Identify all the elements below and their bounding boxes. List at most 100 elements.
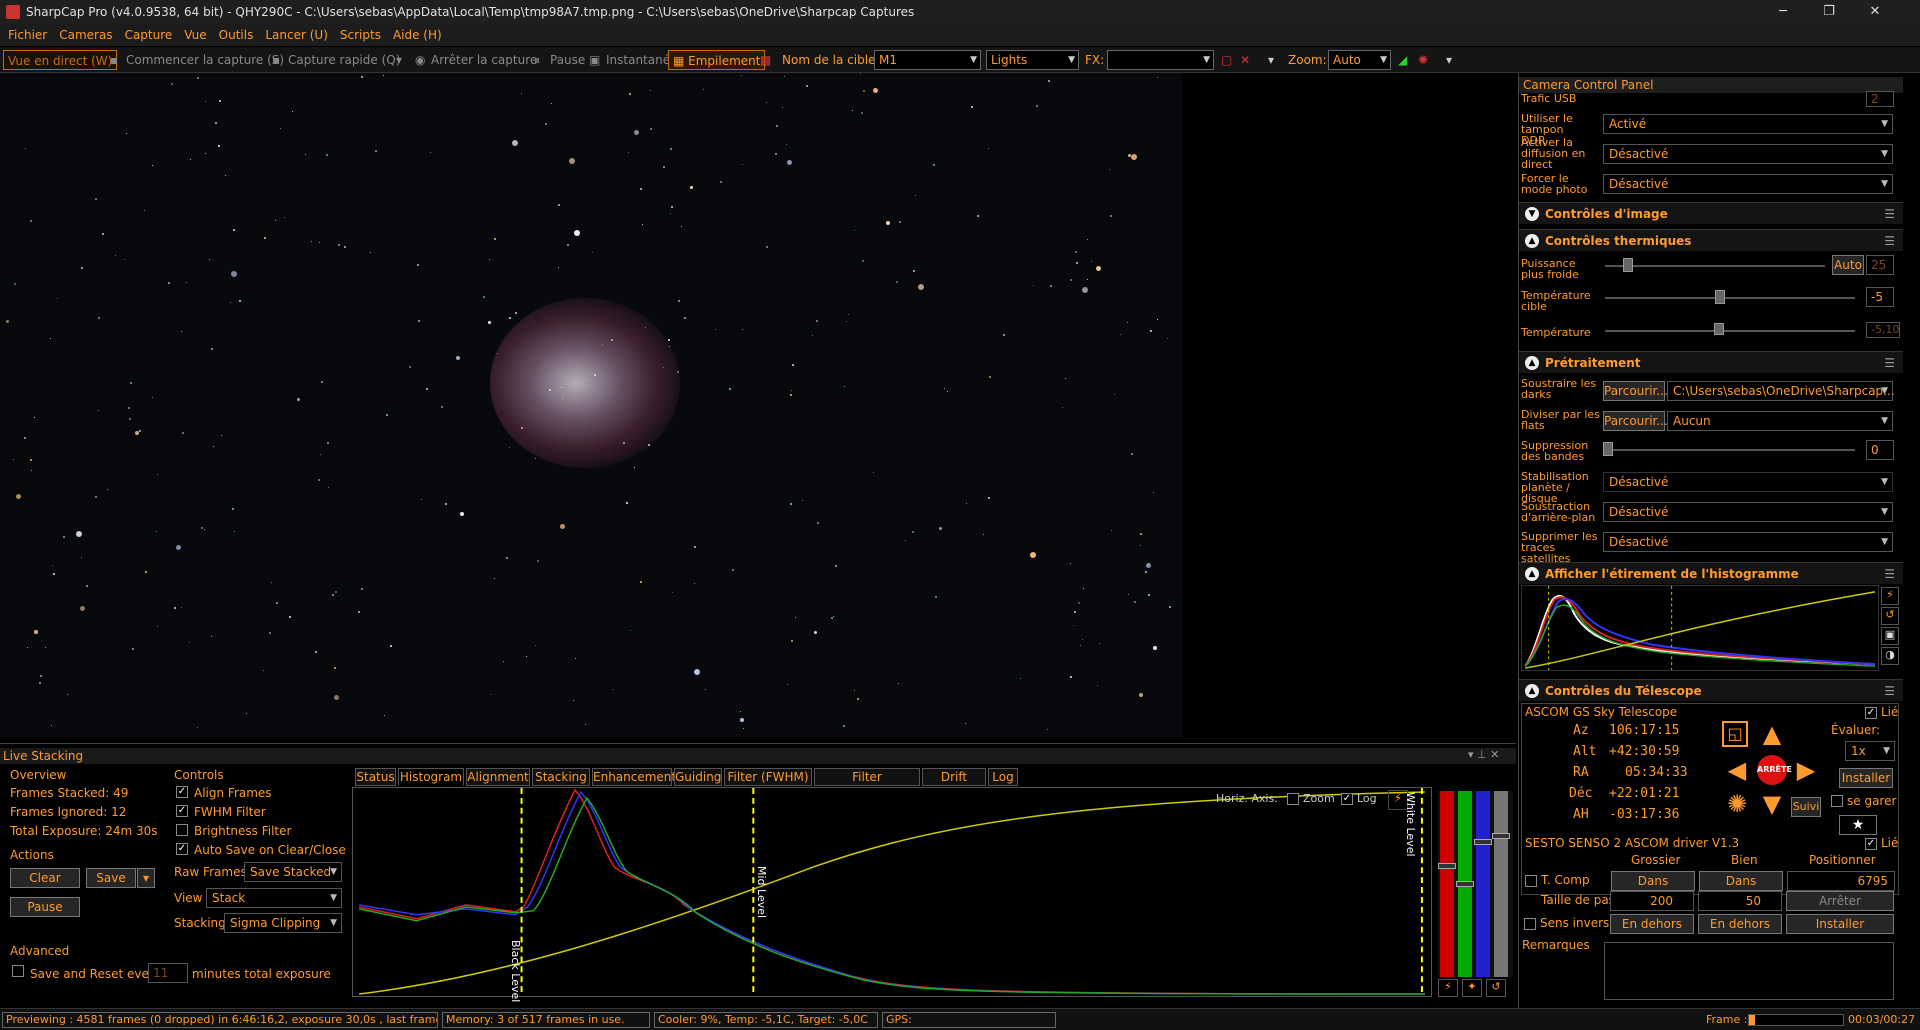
thermal-controls-header[interactable]: ▲ Contrôles thermiques ☰ (1519, 229, 1903, 251)
gear-icon[interactable]: ✺ (1418, 50, 1428, 70)
stacking-select[interactable]: Sigma Clipping ▼ (224, 913, 342, 933)
menu-help[interactable]: Aide (H) (393, 28, 442, 42)
lightning-icon[interactable]: ⚡ (1881, 587, 1899, 605)
chevron-down-icon[interactable]: ▾ (1268, 50, 1274, 70)
notes-textarea[interactable] (1604, 942, 1894, 1000)
stop-capture-button[interactable]: Arrêter la capture (431, 50, 537, 70)
coarse-step-input[interactable]: 200 (1610, 891, 1694, 911)
cooler-power-knob[interactable] (1623, 258, 1633, 272)
reticle-icon[interactable]: ▢ (1221, 50, 1232, 70)
focuser-linked-checkbox[interactable]: ✓ (1865, 838, 1877, 850)
park-checkbox[interactable] (1831, 795, 1843, 807)
green-level-knob[interactable] (1456, 881, 1474, 887)
darks-browse-button[interactable]: Parcourir... (1603, 381, 1668, 401)
menu-icon[interactable]: ☰ (1884, 563, 1895, 585)
chevron-down-icon[interactable]: ▾ (396, 50, 402, 70)
snapshot-button[interactable]: Instantané (606, 50, 670, 70)
reset-icon[interactable]: ↺ (1486, 979, 1506, 997)
target-icon[interactable]: ✺ (1722, 789, 1752, 819)
tab-histogram[interactable]: Histogram (398, 768, 464, 786)
minimize-button[interactable]: ─ (1760, 0, 1806, 24)
photo-mode-select[interactable]: Désactivé ▼ (1603, 174, 1893, 194)
zoom-select[interactable]: Auto ▼ (1328, 50, 1391, 70)
menu-view[interactable]: Vue (184, 28, 206, 42)
darks-select[interactable]: C:\Users\sebas\OneDrive\Sharpcap... ▼ (1667, 381, 1895, 401)
align-checkbox[interactable]: ✓ (176, 786, 188, 798)
flats-select[interactable]: Aucun ▼ (1667, 411, 1893, 431)
arrow-up-icon[interactable]: ▲ (1757, 719, 1787, 749)
live-stream-select[interactable]: Désactivé ▼ (1603, 144, 1893, 164)
arrow-left-icon[interactable]: ◀ (1722, 755, 1752, 785)
stabilization-select[interactable]: Désactivé ▼ (1603, 472, 1893, 492)
menu-icon[interactable]: ☰ (1884, 352, 1895, 374)
blue-level-knob[interactable] (1474, 839, 1492, 845)
reverse-checkbox[interactable] (1524, 918, 1536, 930)
chevron-down-icon[interactable]: ▾ (137, 868, 155, 888)
minutes-input[interactable]: 11 (148, 963, 188, 983)
tab-stacking[interactable]: Stacking (532, 768, 590, 786)
menu-scripts[interactable]: Scripts (340, 28, 381, 42)
zoom-checkbox[interactable] (1287, 793, 1299, 805)
chevron-down-icon[interactable]: ▾ (1446, 50, 1452, 70)
target-temp-slider[interactable] (1605, 297, 1855, 299)
stacking-button[interactable]: ▦ Empilement (668, 50, 766, 70)
satellite-select[interactable]: Désactivé ▼ (1603, 532, 1893, 552)
stop-button[interactable]: ARRÊTE (1757, 755, 1792, 785)
reset-icon[interactable]: ↺ (1881, 607, 1899, 625)
target-name-select[interactable]: M1 ▼ (874, 50, 981, 70)
tab-alignment[interactable]: Alignment (466, 768, 530, 786)
frame-slider-knob[interactable] (1749, 1015, 1755, 1025)
fine-step-input[interactable]: 50 (1698, 891, 1782, 911)
pause-button[interactable]: Pause (550, 50, 585, 70)
flats-browse-button[interactable]: Parcourir... (1603, 411, 1668, 431)
fine-in-button[interactable]: Dans (1699, 871, 1783, 891)
arrow-right-icon[interactable]: ▶ (1791, 755, 1821, 785)
histogram-icon[interactable]: ◢ (1398, 50, 1407, 70)
sparkle-icon[interactable]: ✦ (1462, 979, 1482, 997)
menu-icon[interactable]: ☰ (1884, 680, 1895, 702)
cooler-power-slider[interactable] (1605, 265, 1825, 267)
close-button[interactable]: ✕ (1852, 0, 1898, 24)
fx-select[interactable]: ▼ (1107, 50, 1214, 70)
preprocessing-header[interactable]: ▲ Prétraitement ☰ (1519, 351, 1903, 373)
tcomp-checkbox[interactable] (1525, 875, 1537, 887)
live-view-button[interactable]: Vue en direct (W) (3, 50, 118, 70)
red-level-knob[interactable] (1438, 863, 1456, 869)
save-icon[interactable]: ▣ (1881, 627, 1899, 645)
view-select[interactable]: Stack ▼ (206, 888, 342, 908)
tab-enhancement[interactable]: Enhancement (592, 768, 676, 786)
fwhm-checkbox[interactable]: ✓ (176, 805, 188, 817)
telescope-install-button[interactable]: Installer (1839, 768, 1893, 788)
menu-launch[interactable]: Lancer (U) (265, 28, 328, 42)
target-temp-knob[interactable] (1715, 290, 1725, 304)
save-button[interactable]: Save (86, 868, 136, 888)
maximize-button[interactable]: ❐ (1806, 0, 1852, 24)
menu-icon[interactable]: ☰ (1884, 230, 1895, 252)
cooler-auto-button[interactable]: Auto (1832, 255, 1864, 275)
goto-icon[interactable]: ◱ (1722, 721, 1748, 747)
image-controls-header[interactable]: ▼ Contrôles d'image ☰ (1519, 202, 1903, 224)
pin-icon[interactable]: ▾ ⊥ ✕ (1468, 748, 1499, 761)
bg-subtraction-select[interactable]: Désactivé ▼ (1603, 502, 1893, 522)
save-reset-checkbox[interactable] (12, 965, 24, 977)
color-level-sliders[interactable] (1438, 791, 1513, 977)
lightning-icon[interactable]: ⚡ (1438, 979, 1458, 997)
log-checkbox[interactable]: ✓ (1341, 793, 1353, 805)
tab-status[interactable]: Status (355, 768, 396, 786)
clear-button[interactable]: Clear (10, 868, 80, 888)
histogram-stretch-header[interactable]: ▲ Afficher l'étirement de l'histogramme ☰ (1519, 562, 1903, 584)
track-button[interactable]: Suivi (1791, 797, 1821, 817)
coarse-in-button[interactable]: Dans (1611, 871, 1695, 891)
usb-traffic-value[interactable]: 2 (1866, 91, 1894, 107)
focuser-stop-button[interactable]: Arrêter (1786, 891, 1894, 911)
frame-slider[interactable] (1748, 1014, 1844, 1026)
menu-icon[interactable]: ☰ (1884, 203, 1895, 225)
tab-drift-graph[interactable]: Drift Graph (922, 768, 986, 800)
ddr-buffer-select[interactable]: Activé ▼ (1603, 114, 1893, 134)
focuser-install-button[interactable]: Installer (1786, 914, 1894, 934)
tab-log[interactable]: Log (988, 768, 1018, 786)
menu-capture[interactable]: Capture (125, 28, 173, 42)
star-icon[interactable]: ★ (1839, 815, 1877, 835)
menu-tools[interactable]: Outils (219, 28, 254, 42)
tab-filter-fwhm[interactable]: Filter (FWHM) (724, 768, 812, 786)
